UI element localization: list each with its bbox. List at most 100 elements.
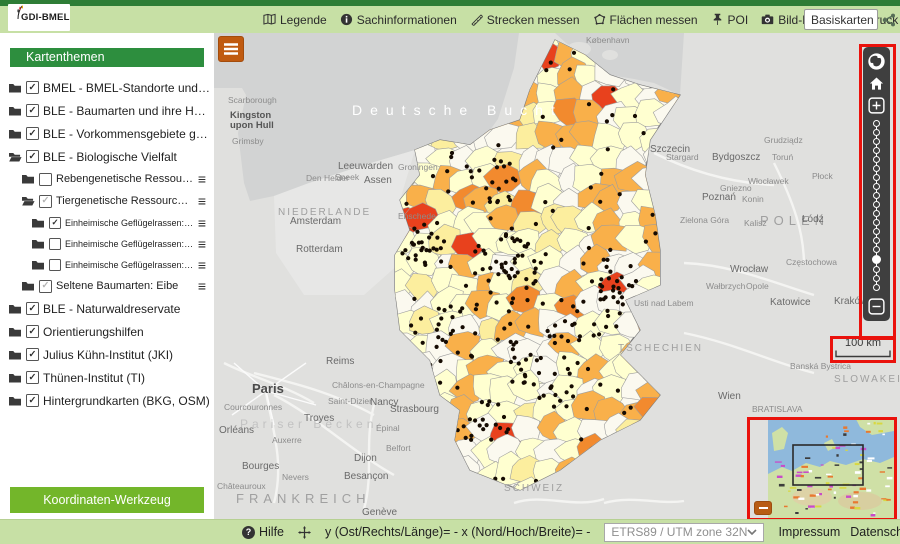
layer-checkbox[interactable]: ✓ bbox=[39, 195, 52, 208]
layer-checkbox[interactable] bbox=[39, 173, 52, 186]
overview-canvas[interactable] bbox=[768, 419, 894, 518]
zoom-tick[interactable] bbox=[873, 228, 880, 235]
zoom-slider[interactable] bbox=[872, 120, 881, 291]
gdi-bmel-app: GDI-BMEL Legende Sachinformationen Strecke… bbox=[0, 0, 900, 544]
zoom-tick[interactable] bbox=[873, 266, 880, 273]
folder-closed-icon[interactable] bbox=[8, 82, 22, 94]
zoom-tick[interactable] bbox=[873, 165, 880, 172]
folder-closed-icon[interactable] bbox=[8, 372, 22, 384]
layer-menu-icon[interactable]: ≡ bbox=[198, 258, 206, 272]
layer-menu-icon[interactable]: ≡ bbox=[198, 172, 206, 186]
layer-tree-item-ble-biologische-vielfalt[interactable]: ✓BLE - Biologische Vielfalt bbox=[0, 145, 214, 168]
menu-item-sachinformationen[interactable]: Sachinformationen bbox=[340, 13, 457, 27]
coordinates-tool-button[interactable]: Koordinaten-Werkzeug bbox=[10, 487, 204, 513]
layer-checkbox[interactable]: ✓ bbox=[26, 394, 39, 407]
menu-item-poi[interactable]: POI bbox=[711, 13, 749, 27]
help-link[interactable]: ? Hilfe bbox=[242, 525, 284, 539]
map-label-pinal: Épinal bbox=[376, 423, 400, 433]
zoom-tick[interactable] bbox=[873, 138, 880, 145]
layer-checkbox[interactable]: ✓ bbox=[39, 280, 52, 293]
folder-closed-icon[interactable] bbox=[8, 105, 22, 117]
overview-map[interactable] bbox=[748, 418, 896, 519]
layer-checkbox[interactable]: ✓ bbox=[26, 81, 39, 94]
zoom-tick[interactable] bbox=[873, 201, 880, 208]
link-impressum[interactable]: Impressum bbox=[778, 525, 840, 539]
zoom-tick[interactable] bbox=[873, 120, 880, 127]
layer-checkbox[interactable]: ✓ bbox=[49, 217, 61, 229]
zoom-tick[interactable] bbox=[873, 174, 880, 181]
map-area[interactable]: Deutsche BuchtKøbenhavnNIEDERLANDELeeuwa… bbox=[214, 33, 900, 519]
sidebar-toggle-button[interactable] bbox=[218, 36, 244, 62]
layer-checkbox[interactable]: ✓ bbox=[26, 150, 39, 163]
overview-collapse-button[interactable] bbox=[754, 501, 772, 515]
menu-item-strecken-messen[interactable]: Strecken messen bbox=[470, 13, 580, 27]
layer-tree-item-einheimische-gefl-gelrassen-enten[interactable]: Einheimische Geflügelrassen: Enten≡ bbox=[0, 254, 214, 275]
zoom-tick[interactable] bbox=[873, 147, 880, 154]
layer-checkbox[interactable]: ✓ bbox=[26, 104, 39, 117]
layer-checkbox[interactable] bbox=[49, 259, 61, 271]
layer-tree-item-seltene-baumarten-eibe[interactable]: ✓Seltene Baumarten: Eibe≡ bbox=[0, 275, 214, 297]
folder-closed-icon[interactable] bbox=[21, 173, 35, 185]
folder-closed-icon[interactable] bbox=[31, 259, 45, 271]
layer-tree-item-th-nen-institut-ti[interactable]: ✓Thünen-Institut (TI) bbox=[0, 366, 214, 389]
zoom-tick[interactable] bbox=[873, 275, 880, 282]
layer-tree-item-ble-naturwaldreservate[interactable]: ✓BLE - Naturwaldreservate bbox=[0, 297, 214, 320]
layer-menu-icon[interactable]: ≡ bbox=[198, 194, 206, 208]
map-label-wien: Wien bbox=[718, 391, 741, 402]
layer-menu-icon[interactable]: ≡ bbox=[198, 237, 206, 251]
folder-closed-icon[interactable] bbox=[31, 238, 45, 250]
map-label-stargard: Stargard bbox=[666, 152, 699, 162]
globe-button[interactable] bbox=[866, 51, 888, 71]
folder-closed-icon[interactable] bbox=[8, 128, 22, 140]
layer-tree-item-ble-vorkommensgebiete-gebietse[interactable]: ✓BLE - Vorkommensgebiete gebietse... bbox=[0, 122, 214, 145]
map-label-grimsby: Grimsby bbox=[232, 136, 264, 146]
folder-open-icon[interactable] bbox=[8, 151, 22, 163]
folder-closed-icon[interactable] bbox=[8, 395, 22, 407]
layer-tree-item-orientierungshilfen[interactable]: ✓Orientierungshilfen bbox=[0, 320, 214, 343]
zoom-out-button[interactable] bbox=[866, 296, 888, 316]
zoom-tick[interactable] bbox=[873, 246, 880, 253]
folder-closed-icon[interactable] bbox=[8, 349, 22, 361]
zoom-in-button[interactable] bbox=[866, 95, 888, 115]
app-logo[interactable]: GDI-BMEL bbox=[8, 4, 70, 31]
layer-checkbox[interactable]: ✓ bbox=[26, 348, 39, 361]
layer-tree-item-ble-baumarten-und-ihre-herkunft[interactable]: ✓BLE - Baumarten und ihre Herkunft... bbox=[0, 99, 214, 122]
layer-tree-item-rebengenetische-ressourcen[interactable]: Rebengenetische Ressourcen ...≡ bbox=[0, 168, 214, 190]
folder-open-icon[interactable] bbox=[21, 195, 35, 207]
layer-checkbox[interactable]: ✓ bbox=[26, 371, 39, 384]
zoom-tick[interactable] bbox=[873, 192, 880, 199]
layer-menu-icon[interactable]: ≡ bbox=[198, 279, 206, 293]
layer-tree-item-einheimische-gefl-gelrassen-puten[interactable]: Einheimische Geflügelrassen: Puten≡ bbox=[0, 233, 214, 254]
zoom-tick[interactable] bbox=[873, 219, 880, 226]
layer-tree-item-einheimische-gefl-gelrassen-g-nse[interactable]: ✓Einheimische Geflügelrassen: Gänse≡ bbox=[0, 212, 214, 233]
layer-checkbox[interactable]: ✓ bbox=[26, 127, 39, 140]
layer-tree-item-hintergrundkarten-bkg-osm[interactable]: ✓Hintergrundkarten (BKG, OSM) bbox=[0, 389, 214, 412]
zoom-tick[interactable] bbox=[873, 210, 880, 217]
layer-menu-icon[interactable]: ≡ bbox=[198, 216, 206, 230]
home-button[interactable] bbox=[866, 73, 888, 93]
zoom-tick[interactable] bbox=[873, 156, 880, 163]
layer-checkbox[interactable]: ✓ bbox=[26, 325, 39, 338]
zoom-slider-handle[interactable] bbox=[872, 255, 881, 264]
link-datenschutz[interactable]: Datenschutz bbox=[850, 525, 900, 539]
map-label-reims: Reims bbox=[326, 356, 354, 367]
basemap-button[interactable]: Basiskarten bbox=[804, 9, 878, 30]
layer-tree-item-julius-k-hn-institut-jki[interactable]: ✓Julius Kühn-Institut (JKI) bbox=[0, 343, 214, 366]
folder-closed-icon[interactable] bbox=[8, 303, 22, 315]
zoom-tick[interactable] bbox=[873, 129, 880, 136]
crs-select[interactable]: ETRS89 / UTM zone 32N bbox=[604, 523, 764, 542]
share-icon[interactable] bbox=[882, 13, 896, 27]
menu-item-fl-chen-messen[interactable]: Flächen messen bbox=[593, 13, 698, 27]
menu-item-legende[interactable]: Legende bbox=[263, 13, 327, 27]
zoom-tick[interactable] bbox=[873, 284, 880, 291]
folder-closed-icon[interactable] bbox=[8, 326, 22, 338]
layer-tree-item-bmel-bmel-standorte-und-stand[interactable]: ✓BMEL - BMEL-Standorte und Stand... bbox=[0, 76, 214, 99]
zoom-tick[interactable] bbox=[873, 237, 880, 244]
folder-closed-icon[interactable] bbox=[31, 217, 45, 229]
zoom-tick[interactable] bbox=[873, 183, 880, 190]
map-label-assen: Assen bbox=[364, 175, 392, 186]
layer-tree-item-tiergenetische-ressourcen-2013[interactable]: ✓Tiergenetische Ressourcen 2013≡ bbox=[0, 190, 214, 212]
folder-closed-icon[interactable] bbox=[21, 280, 35, 292]
layer-checkbox[interactable] bbox=[49, 238, 61, 250]
layer-checkbox[interactable]: ✓ bbox=[26, 302, 39, 315]
